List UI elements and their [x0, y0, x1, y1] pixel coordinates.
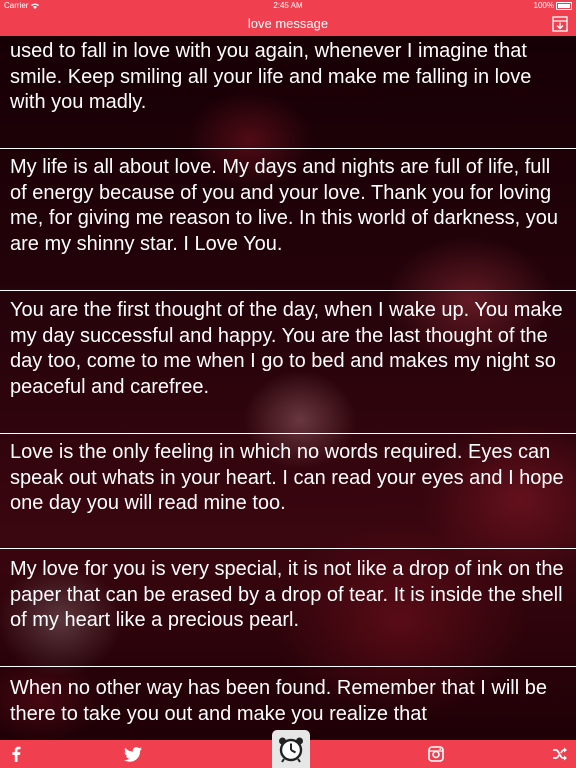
message-text: My life is all about love. My days and n… — [10, 156, 559, 255]
status-time: 2:45 AM — [273, 1, 303, 10]
message-card[interactable]: My life is all about love. My days and n… — [0, 149, 576, 291]
status-bar: Carrier 2:45 AM 100% — [0, 0, 576, 12]
facebook-icon — [12, 746, 21, 762]
message-text: When no other way has been found. Rememb… — [10, 677, 547, 725]
alarm-button[interactable] — [272, 730, 310, 768]
message-text: used to fall in love with you again, whe… — [10, 40, 532, 113]
shuffle-button[interactable] — [548, 740, 572, 768]
nav-bar: love message — [0, 12, 576, 36]
instagram-share-button[interactable] — [424, 740, 448, 768]
alarm-clock-icon — [279, 737, 303, 763]
battery-icon — [556, 2, 572, 10]
battery-status: 100% — [534, 0, 572, 12]
facebook-share-button[interactable] — [4, 740, 28, 768]
message-card[interactable]: You are the first thought of the day, wh… — [0, 291, 576, 434]
message-card[interactable]: Love is the only feeling in which no wor… — [0, 434, 576, 549]
download-button[interactable] — [552, 16, 568, 32]
battery-percent: 100% — [533, 1, 554, 10]
message-text: Love is the only feeling in which no wor… — [10, 441, 564, 514]
twitter-share-button[interactable] — [120, 740, 146, 768]
instagram-icon — [428, 746, 444, 762]
message-card[interactable]: My love for you is very special, it is n… — [0, 549, 576, 667]
message-text: You are the first thought of the day, wh… — [10, 299, 563, 398]
message-list[interactable]: used to fall in love with you again, whe… — [0, 36, 576, 740]
message-text: My love for you is very special, it is n… — [10, 558, 564, 631]
message-card[interactable]: used to fall in love with you again, whe… — [0, 36, 576, 149]
shuffle-icon — [553, 747, 567, 761]
page-title: love message — [247, 16, 329, 31]
download-icon — [552, 16, 568, 32]
twitter-icon — [124, 746, 142, 762]
